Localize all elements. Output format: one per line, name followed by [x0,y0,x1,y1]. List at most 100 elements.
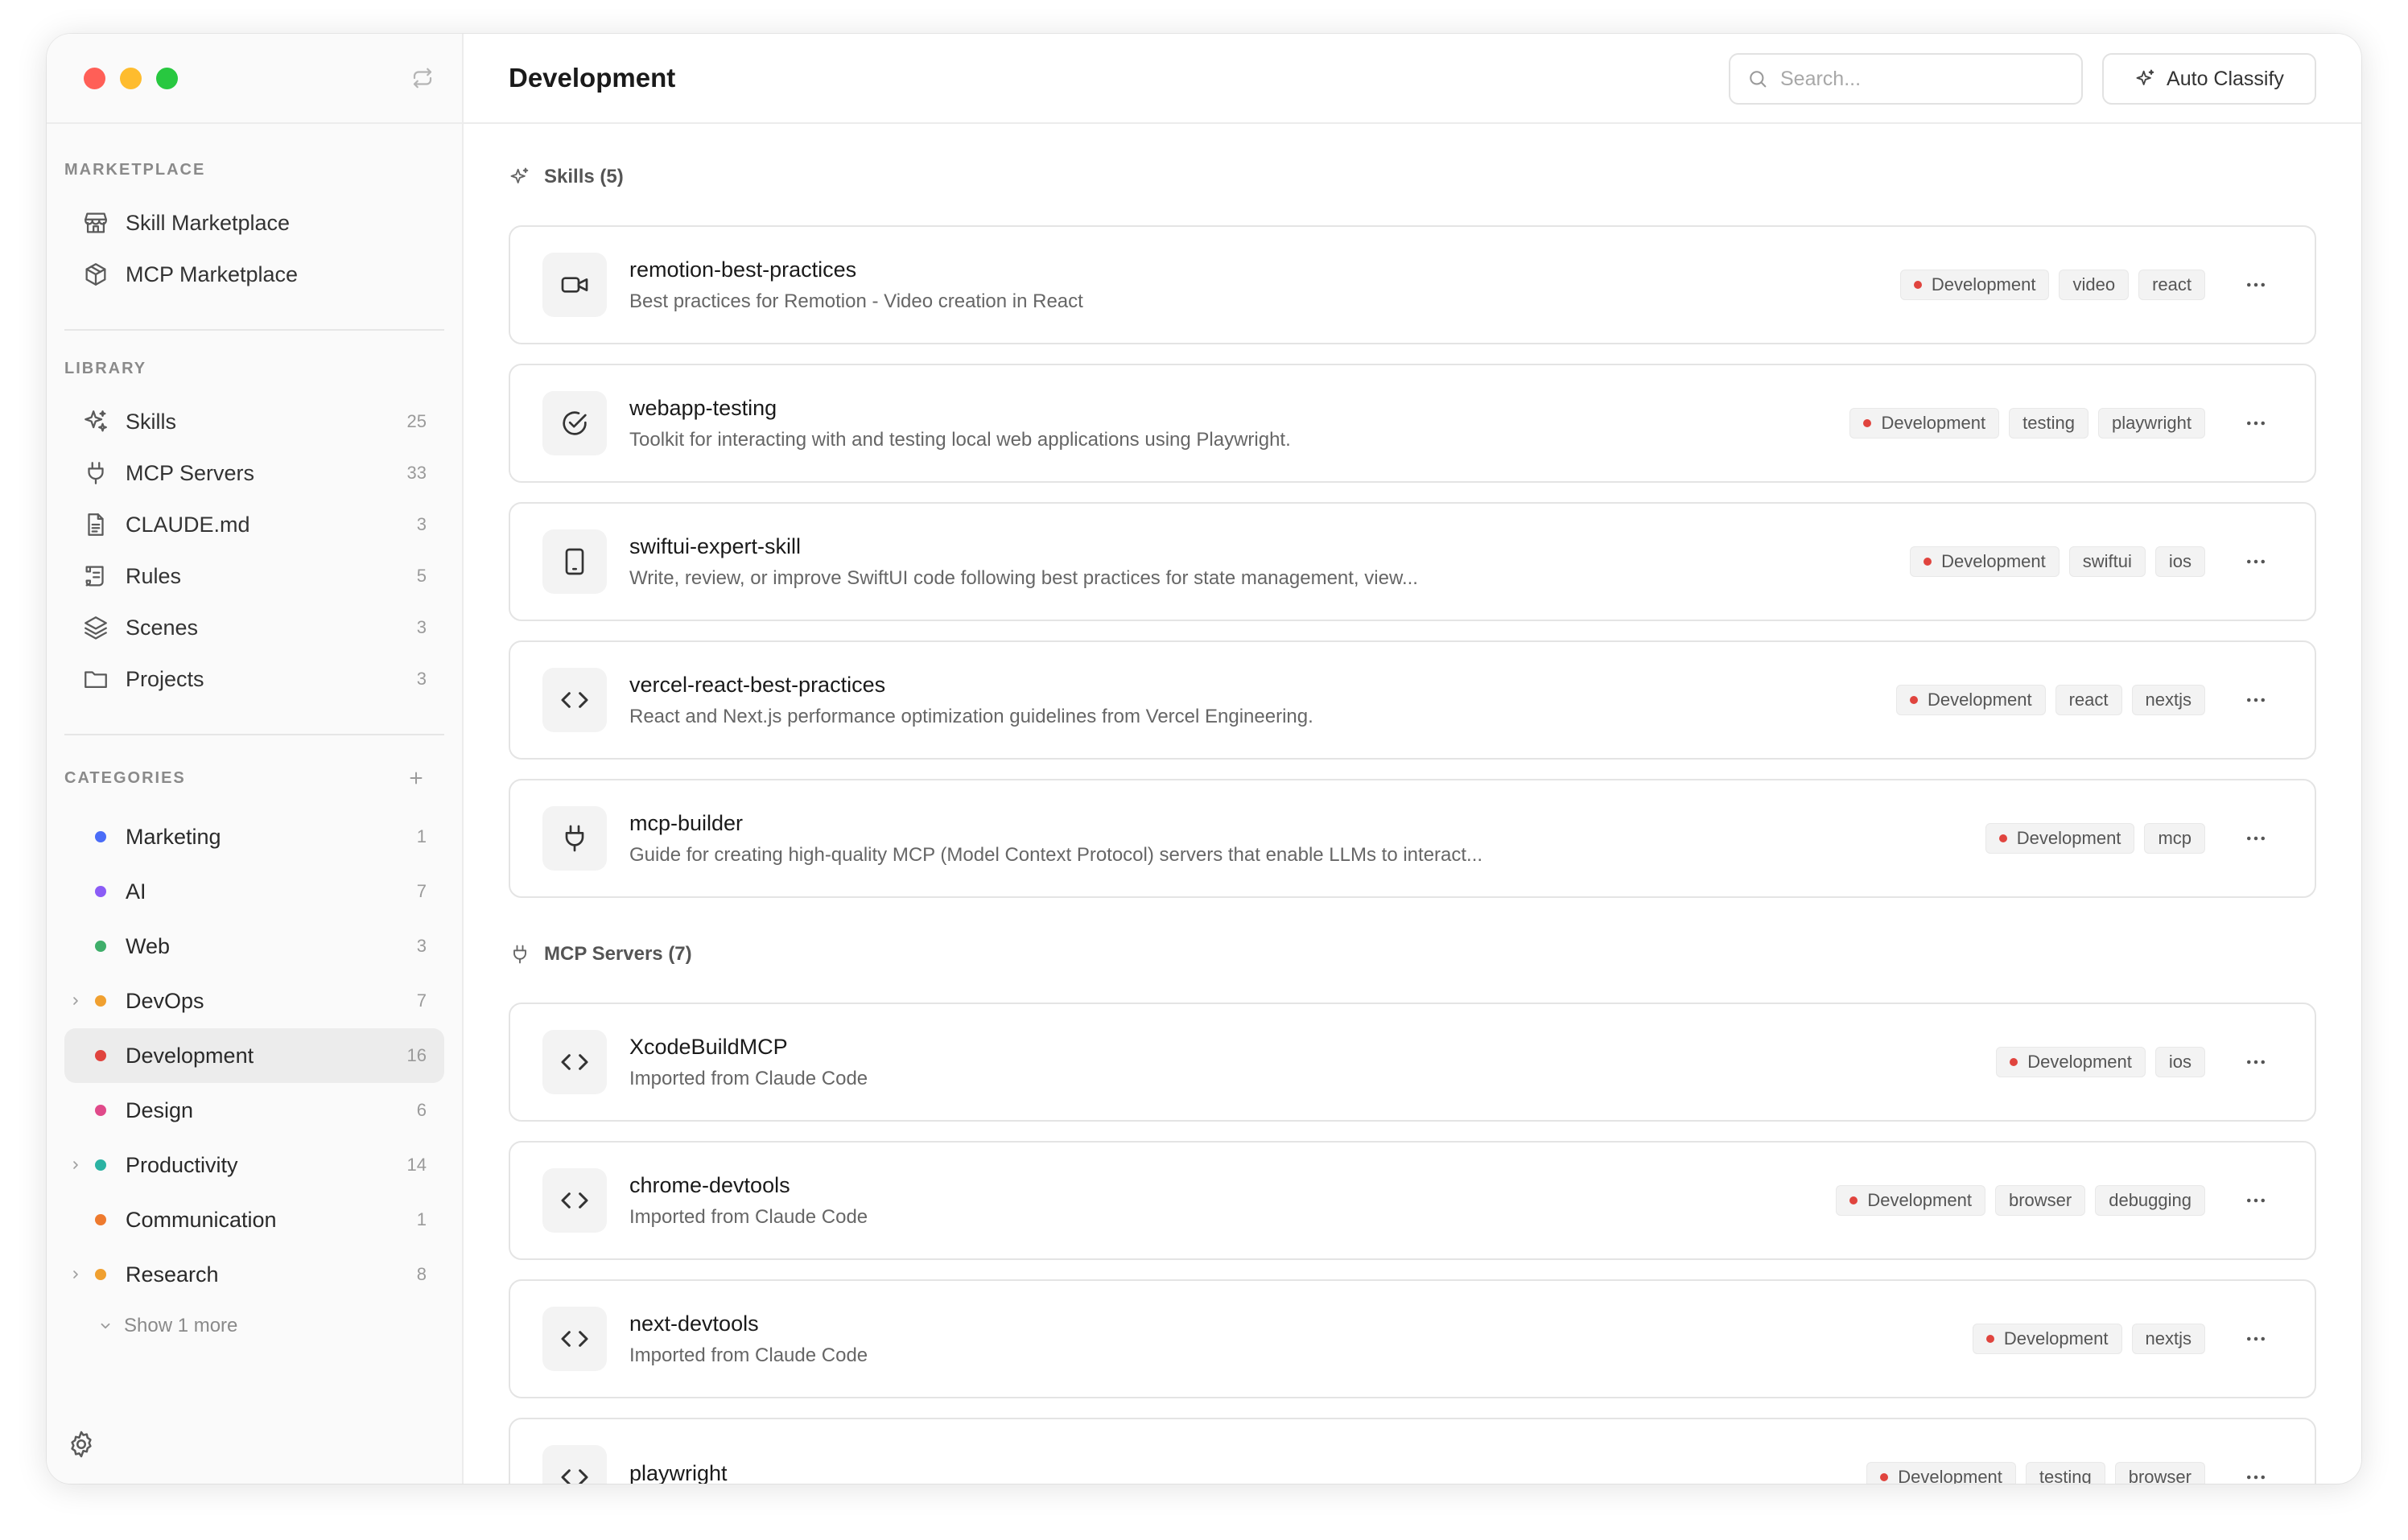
category-item-ai[interactable]: AI 7 [64,864,444,919]
more-options-icon[interactable] [2244,550,2268,574]
tag-badge[interactable]: mcp [2144,823,2205,854]
marketplace-section-label: MARKETPLACE [64,161,206,179]
category-item-web[interactable]: Web 3 [64,919,444,974]
page-title: Development [509,63,676,93]
category-item-marketing[interactable]: Marketing 1 [64,809,444,864]
close-window-button[interactable] [84,67,105,89]
card-title: remotion-best-practices [629,257,857,282]
sparkles-icon [2136,69,2154,85]
sidebar-item-rules[interactable]: Rules 5 [64,550,444,602]
more-options-icon[interactable] [2244,1050,2268,1074]
code-icon [561,1469,588,1484]
sync-icon[interactable] [410,66,435,90]
tag-badge[interactable]: swiftui [2068,546,2146,577]
sidebar-item-mcp-marketplace[interactable]: MCP Marketplace [64,249,444,300]
card-icon-box [542,1030,607,1094]
category-color-dot [95,1269,106,1280]
mcp-card[interactable]: chrome-devtools Imported from Claude Cod… [509,1141,2316,1260]
skill-card[interactable]: swiftui-expert-skill Write, review, or i… [509,502,2316,621]
tag-badge[interactable]: playwright [2097,408,2205,439]
category-badge[interactable]: Development [1866,1462,2016,1484]
sidebar-item-skills[interactable]: Skills 25 [64,396,444,447]
scroll-icon [85,566,104,587]
card-description: Guide for creating high-quality MCP (Mod… [629,843,1483,866]
mcp-section-header: MCP Servers (7) [509,930,2316,978]
skill-card[interactable]: remotion-best-practices Best practices f… [509,225,2316,344]
card-icon-box [542,668,607,732]
document-icon [88,513,104,536]
tag-badge[interactable]: browser [2114,1462,2205,1484]
sidebar-item-claude-md[interactable]: CLAUDE.md 3 [64,499,444,550]
category-item-development[interactable]: Development 16 [64,1028,444,1083]
tag-badge[interactable]: nextjs [2131,1324,2205,1354]
chevron-right-icon[interactable] [69,994,82,1007]
mcp-card[interactable]: playwright Development testing browser [509,1418,2316,1484]
zoom-window-button[interactable] [156,67,178,89]
gear-icon[interactable] [66,1429,97,1460]
category-badge[interactable]: Development [1849,408,2000,439]
more-options-icon[interactable] [2244,273,2268,297]
category-badge[interactable]: Development [1899,270,2050,300]
more-options-icon[interactable] [2244,688,2268,712]
category-item-communication[interactable]: Communication 1 [64,1192,444,1247]
category-label: AI [126,879,146,904]
more-options-icon[interactable] [2244,1188,2268,1213]
category-item-devops[interactable]: DevOps 7 [64,974,444,1028]
card-tags: Development testing playwright [1840,408,2205,439]
tag-badge[interactable]: debugging [2095,1185,2205,1216]
add-category-icon[interactable] [406,768,427,789]
search-input[interactable] [1780,67,2070,91]
skill-card[interactable]: mcp-builder Guide for creating high-qual… [509,779,2316,898]
tag-badge[interactable]: ios [2154,546,2205,577]
skills-section-header: Skills (5) [509,153,2316,201]
card-title: playwright [629,1460,728,1484]
category-badge[interactable]: Development [1985,823,2135,854]
card-description: React and Next.js performance optimizati… [629,705,1313,727]
tag-badge[interactable]: testing [2009,408,2088,439]
category-item-productivity[interactable]: Productivity 14 [64,1138,444,1192]
tag-badge[interactable]: ios [2154,1047,2205,1077]
tag-badge[interactable]: testing [2025,1462,2105,1484]
skill-card[interactable]: vercel-react-best-practices React and Ne… [509,640,2316,760]
sidebar-item-count: 3 [416,669,427,689]
chevron-right-icon[interactable] [69,1159,82,1171]
category-badge[interactable]: Development [1972,1324,2122,1354]
show-more-label: Show 1 more [124,1315,238,1336]
tag-badge[interactable]: react [2055,685,2122,715]
card-icon-box [542,253,607,317]
tag-badge[interactable]: nextjs [2131,685,2205,715]
category-label: Productivity [126,1152,238,1177]
category-badge-label: Development [1941,551,2046,571]
minimize-window-button[interactable] [120,67,142,89]
category-badge[interactable]: Development [1910,546,2060,577]
sidebar-item-label: Skill Marketplace [126,210,291,235]
chevron-right-icon[interactable] [69,1268,82,1281]
sidebar-item-mcp-servers[interactable]: MCP Servers 33 [64,447,444,499]
more-options-icon[interactable] [2244,1465,2268,1484]
more-options-icon[interactable] [2244,826,2268,850]
category-badge[interactable]: Development [1996,1047,2146,1077]
category-count: 1 [416,1209,427,1229]
mcp-card[interactable]: XcodeBuildMCP Imported from Claude Code … [509,1003,2316,1122]
tag-badge[interactable]: video [2059,270,2130,300]
category-badge[interactable]: Development [1836,1185,1985,1216]
plug-icon [513,945,526,964]
category-badge[interactable]: Development [1895,685,2046,715]
sidebar-item-projects[interactable]: Projects 3 [64,653,444,705]
tag-badge[interactable]: browser [1994,1185,2086,1216]
sidebar-item-scenes[interactable]: Scenes 3 [64,602,444,653]
mcp-card[interactable]: next-devtools Imported from Claude Code … [509,1279,2316,1398]
search-box[interactable] [1729,53,2083,105]
show-more-categories-button[interactable]: Show 1 more [64,1302,444,1350]
more-options-icon[interactable] [2244,411,2268,435]
more-options-icon[interactable] [2244,1327,2268,1351]
package-icon [85,263,106,286]
category-item-research[interactable]: Research 8 [64,1247,444,1302]
marketplace-list: Skill Marketplace MCP Marketplace [47,197,462,300]
sidebar-item-skill-marketplace[interactable]: Skill Marketplace [64,197,444,249]
category-color-dot [1998,834,2007,842]
skill-card[interactable]: webapp-testing Toolkit for interacting w… [509,364,2316,483]
category-item-design[interactable]: Design 6 [64,1083,444,1138]
tag-badge[interactable]: react [2138,270,2205,300]
auto-classify-button[interactable]: Auto Classify [2102,53,2316,105]
